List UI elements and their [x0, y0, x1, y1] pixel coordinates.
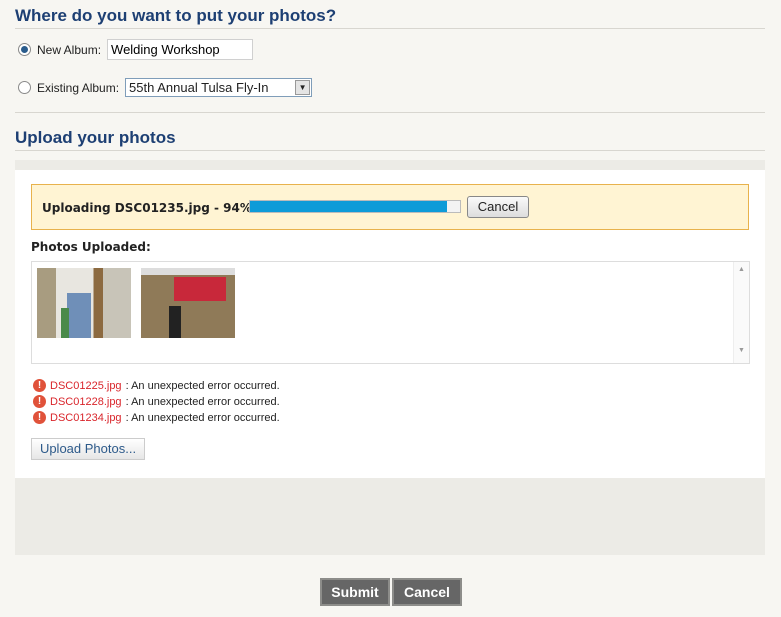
progress-fill [250, 201, 448, 212]
upload-heading: Upload your photos [15, 128, 176, 147]
existing-album-radio[interactable] [18, 81, 31, 94]
photo-thumbnail[interactable] [37, 268, 131, 338]
new-album-input[interactable] [107, 39, 254, 60]
error-message: ! DSC01234.jpg: An unexpected error occur… [33, 411, 280, 424]
submit-button[interactable]: Submit [320, 578, 390, 606]
existing-album-select[interactable]: 55th Annual Tulsa Fly-In ▼ [125, 78, 313, 97]
cancel-upload-button[interactable]: Cancel [467, 196, 529, 218]
error-icon: ! [33, 379, 46, 392]
photo-thumbnail[interactable] [141, 268, 235, 338]
photos-uploaded-label: Photos Uploaded: [31, 240, 151, 254]
error-icon: ! [33, 411, 46, 424]
chevron-down-icon[interactable]: ▼ [295, 80, 311, 95]
new-album-radio[interactable] [18, 43, 31, 56]
progress-bar [249, 200, 461, 213]
upload-status-text: Uploading DSC01235.jpg - 94% [42, 201, 252, 215]
error-message: ! DSC01225.jpg: An unexpected error occur… [33, 379, 280, 392]
divider [15, 150, 765, 151]
error-text: : An unexpected error occurred. [125, 395, 280, 408]
existing-album-row: Existing Album: 55th Annual Tulsa Fly-In… [18, 78, 313, 97]
error-icon: ! [33, 395, 46, 408]
error-text: : An unexpected error occurred. [125, 411, 280, 424]
cancel-button[interactable]: Cancel [392, 578, 462, 606]
error-filename: DSC01234.jpg [50, 411, 122, 424]
error-filename: DSC01225.jpg [50, 379, 122, 392]
upload-photos-button[interactable]: Upload Photos... [31, 438, 145, 460]
upload-status: Uploading DSC01235.jpg - 94% Cancel [31, 184, 749, 230]
where-heading: Where do you want to put your photos? [15, 6, 337, 25]
divider [15, 28, 765, 29]
error-filename: DSC01228.jpg [50, 395, 122, 408]
error-text: : An unexpected error occurred. [125, 379, 280, 392]
existing-album-value: 55th Annual Tulsa Fly-In [129, 80, 269, 95]
new-album-label: New Album: [37, 42, 102, 57]
scrollbar[interactable]: ▲ ▼ [733, 262, 749, 363]
error-message: ! DSC01228.jpg: An unexpected error occur… [33, 395, 280, 408]
new-album-row: New Album: [18, 39, 254, 60]
photos-list: ▲ ▼ [31, 261, 750, 364]
existing-album-label: Existing Album: [37, 80, 120, 95]
divider [15, 112, 765, 113]
